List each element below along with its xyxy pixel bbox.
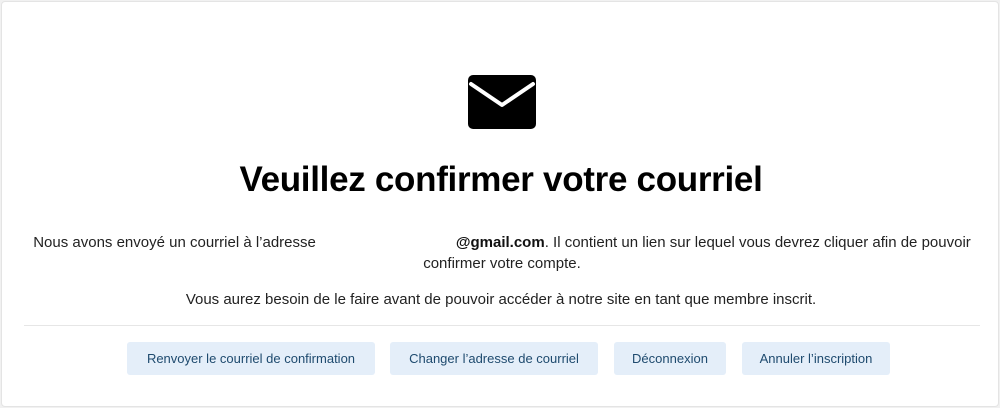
logout-button[interactable]: Déconnexion (614, 342, 726, 375)
confirmation-message: Nous avons envoyé un courriel à l’adress… (30, 232, 974, 274)
email-domain: @gmail.com (455, 234, 545, 251)
cancel-registration-button[interactable]: Annuler l’inscription (742, 342, 890, 375)
envelope-icon (468, 75, 536, 129)
resend-confirmation-button[interactable]: Renvoyer le courriel de confirmation (127, 342, 375, 375)
membership-note: Vous aurez besoin de le faire avant de p… (185, 291, 817, 308)
confirmation-card: Veuillez confirmer votre courriel Nous a… (1, 1, 999, 407)
divider (24, 325, 980, 326)
message-before-email: Nous avons envoyé un courriel à l’adress… (33, 234, 316, 251)
page-title: Veuillez confirmer votre courriel (239, 160, 763, 199)
change-email-button[interactable]: Changer l’adresse de courriel (390, 342, 598, 375)
